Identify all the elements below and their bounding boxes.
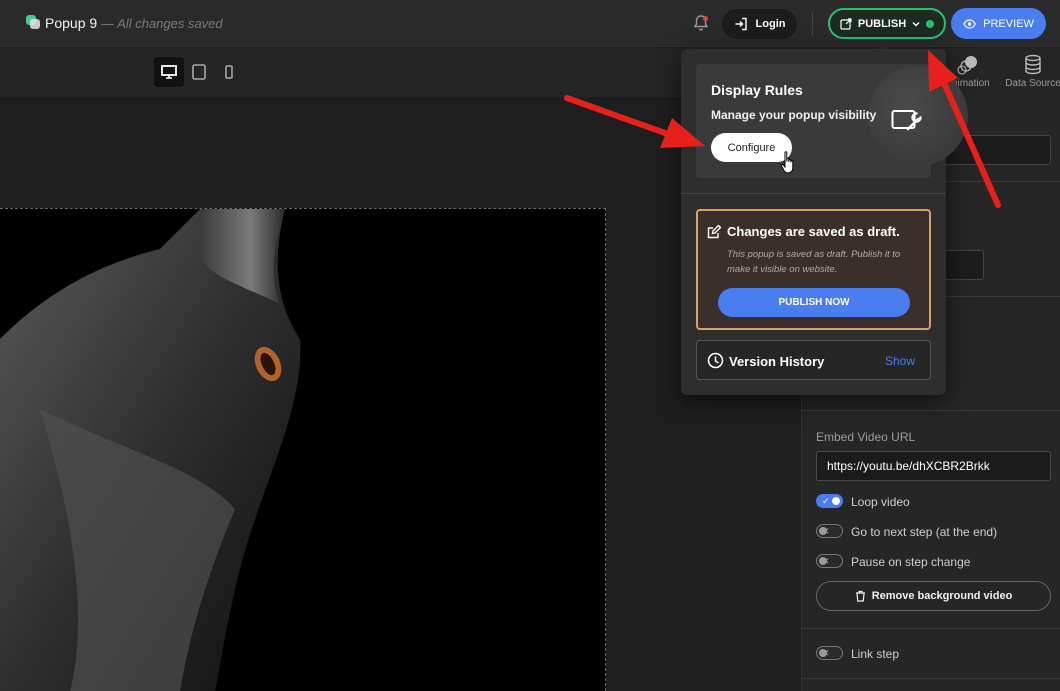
desktop-icon: [161, 65, 177, 79]
login-button[interactable]: Login: [722, 9, 797, 39]
trash-icon: [855, 590, 865, 602]
login-icon: [735, 17, 747, 31]
display-rules-subtitle: Manage your popup visibility: [711, 108, 877, 122]
hand-cursor-icon: [780, 151, 794, 174]
preview-label: PREVIEW: [983, 17, 1034, 30]
top-bar: Popup 9 — All changes saved Login PUBLIS…: [0, 0, 1060, 47]
publish-button[interactable]: PUBLISH: [828, 8, 946, 39]
panel-divider: [801, 628, 1060, 629]
clock-icon: [707, 352, 724, 369]
display-settings-icon: [891, 110, 922, 131]
loop-video-label: Loop video: [851, 495, 910, 509]
eye-icon: [963, 18, 977, 29]
link-step-label: Link step: [851, 647, 900, 661]
remove-background-video-label: Remove background video: [871, 590, 1013, 602]
publish-label: PUBLISH: [857, 17, 907, 30]
login-label: Login: [755, 18, 786, 30]
published-status-dot: [926, 19, 935, 28]
save-status: — All changes saved: [101, 16, 223, 31]
database-icon: [1025, 54, 1041, 75]
external-link-icon: [840, 17, 852, 30]
draft-description: This popup is saved as draft. Publish it…: [727, 249, 901, 275]
panel-divider: [801, 410, 1060, 411]
next-step-toggle[interactable]: ✕: [816, 524, 843, 538]
embed-video-url-label: Embed Video URL: [816, 430, 916, 444]
pause-step-toggle[interactable]: ✕: [816, 554, 843, 568]
pause-step-label: Pause on step change: [851, 555, 971, 569]
popup-canvas[interactable]: [0, 208, 606, 691]
tablet-icon: [192, 64, 206, 80]
next-step-label: Go to next step (at the end): [851, 525, 998, 539]
notification-bell-icon[interactable]: [692, 14, 710, 32]
preview-button[interactable]: PREVIEW: [951, 8, 1046, 39]
animation-icon: [956, 56, 977, 75]
background-video-frame: [0, 209, 301, 691]
divider: [812, 12, 813, 36]
tablet-view-button[interactable]: [184, 57, 214, 87]
version-history-show-link[interactable]: Show: [885, 354, 915, 368]
mobile-icon: [225, 65, 233, 79]
tab-data-source[interactable]: Data Source: [1003, 54, 1060, 89]
desktop-view-button[interactable]: [154, 57, 184, 87]
loop-video-toggle[interactable]: ✓: [816, 494, 843, 508]
embed-video-url-input[interactable]: https://youtu.be/dhXCBR2Brkk: [816, 451, 1051, 481]
tab-data-source-label: Data Source: [1005, 78, 1060, 89]
chevron-down-icon: [912, 21, 920, 26]
version-history-title: Version History: [729, 354, 825, 369]
project-title[interactable]: Popup 9: [45, 15, 97, 31]
edit-icon: [707, 225, 721, 239]
display-rules-title: Display Rules: [711, 82, 803, 98]
remove-background-video-button[interactable]: Remove background video: [816, 581, 1051, 611]
popup-logo-icon: [26, 15, 40, 29]
publish-now-button[interactable]: PUBLISH NOW: [718, 288, 910, 317]
popup-divider: [681, 193, 946, 194]
link-step-toggle[interactable]: ✕: [816, 646, 843, 660]
panel-divider: [801, 678, 1060, 679]
mobile-view-button[interactable]: [214, 57, 244, 87]
draft-title: Changes are saved as draft.: [727, 224, 900, 239]
